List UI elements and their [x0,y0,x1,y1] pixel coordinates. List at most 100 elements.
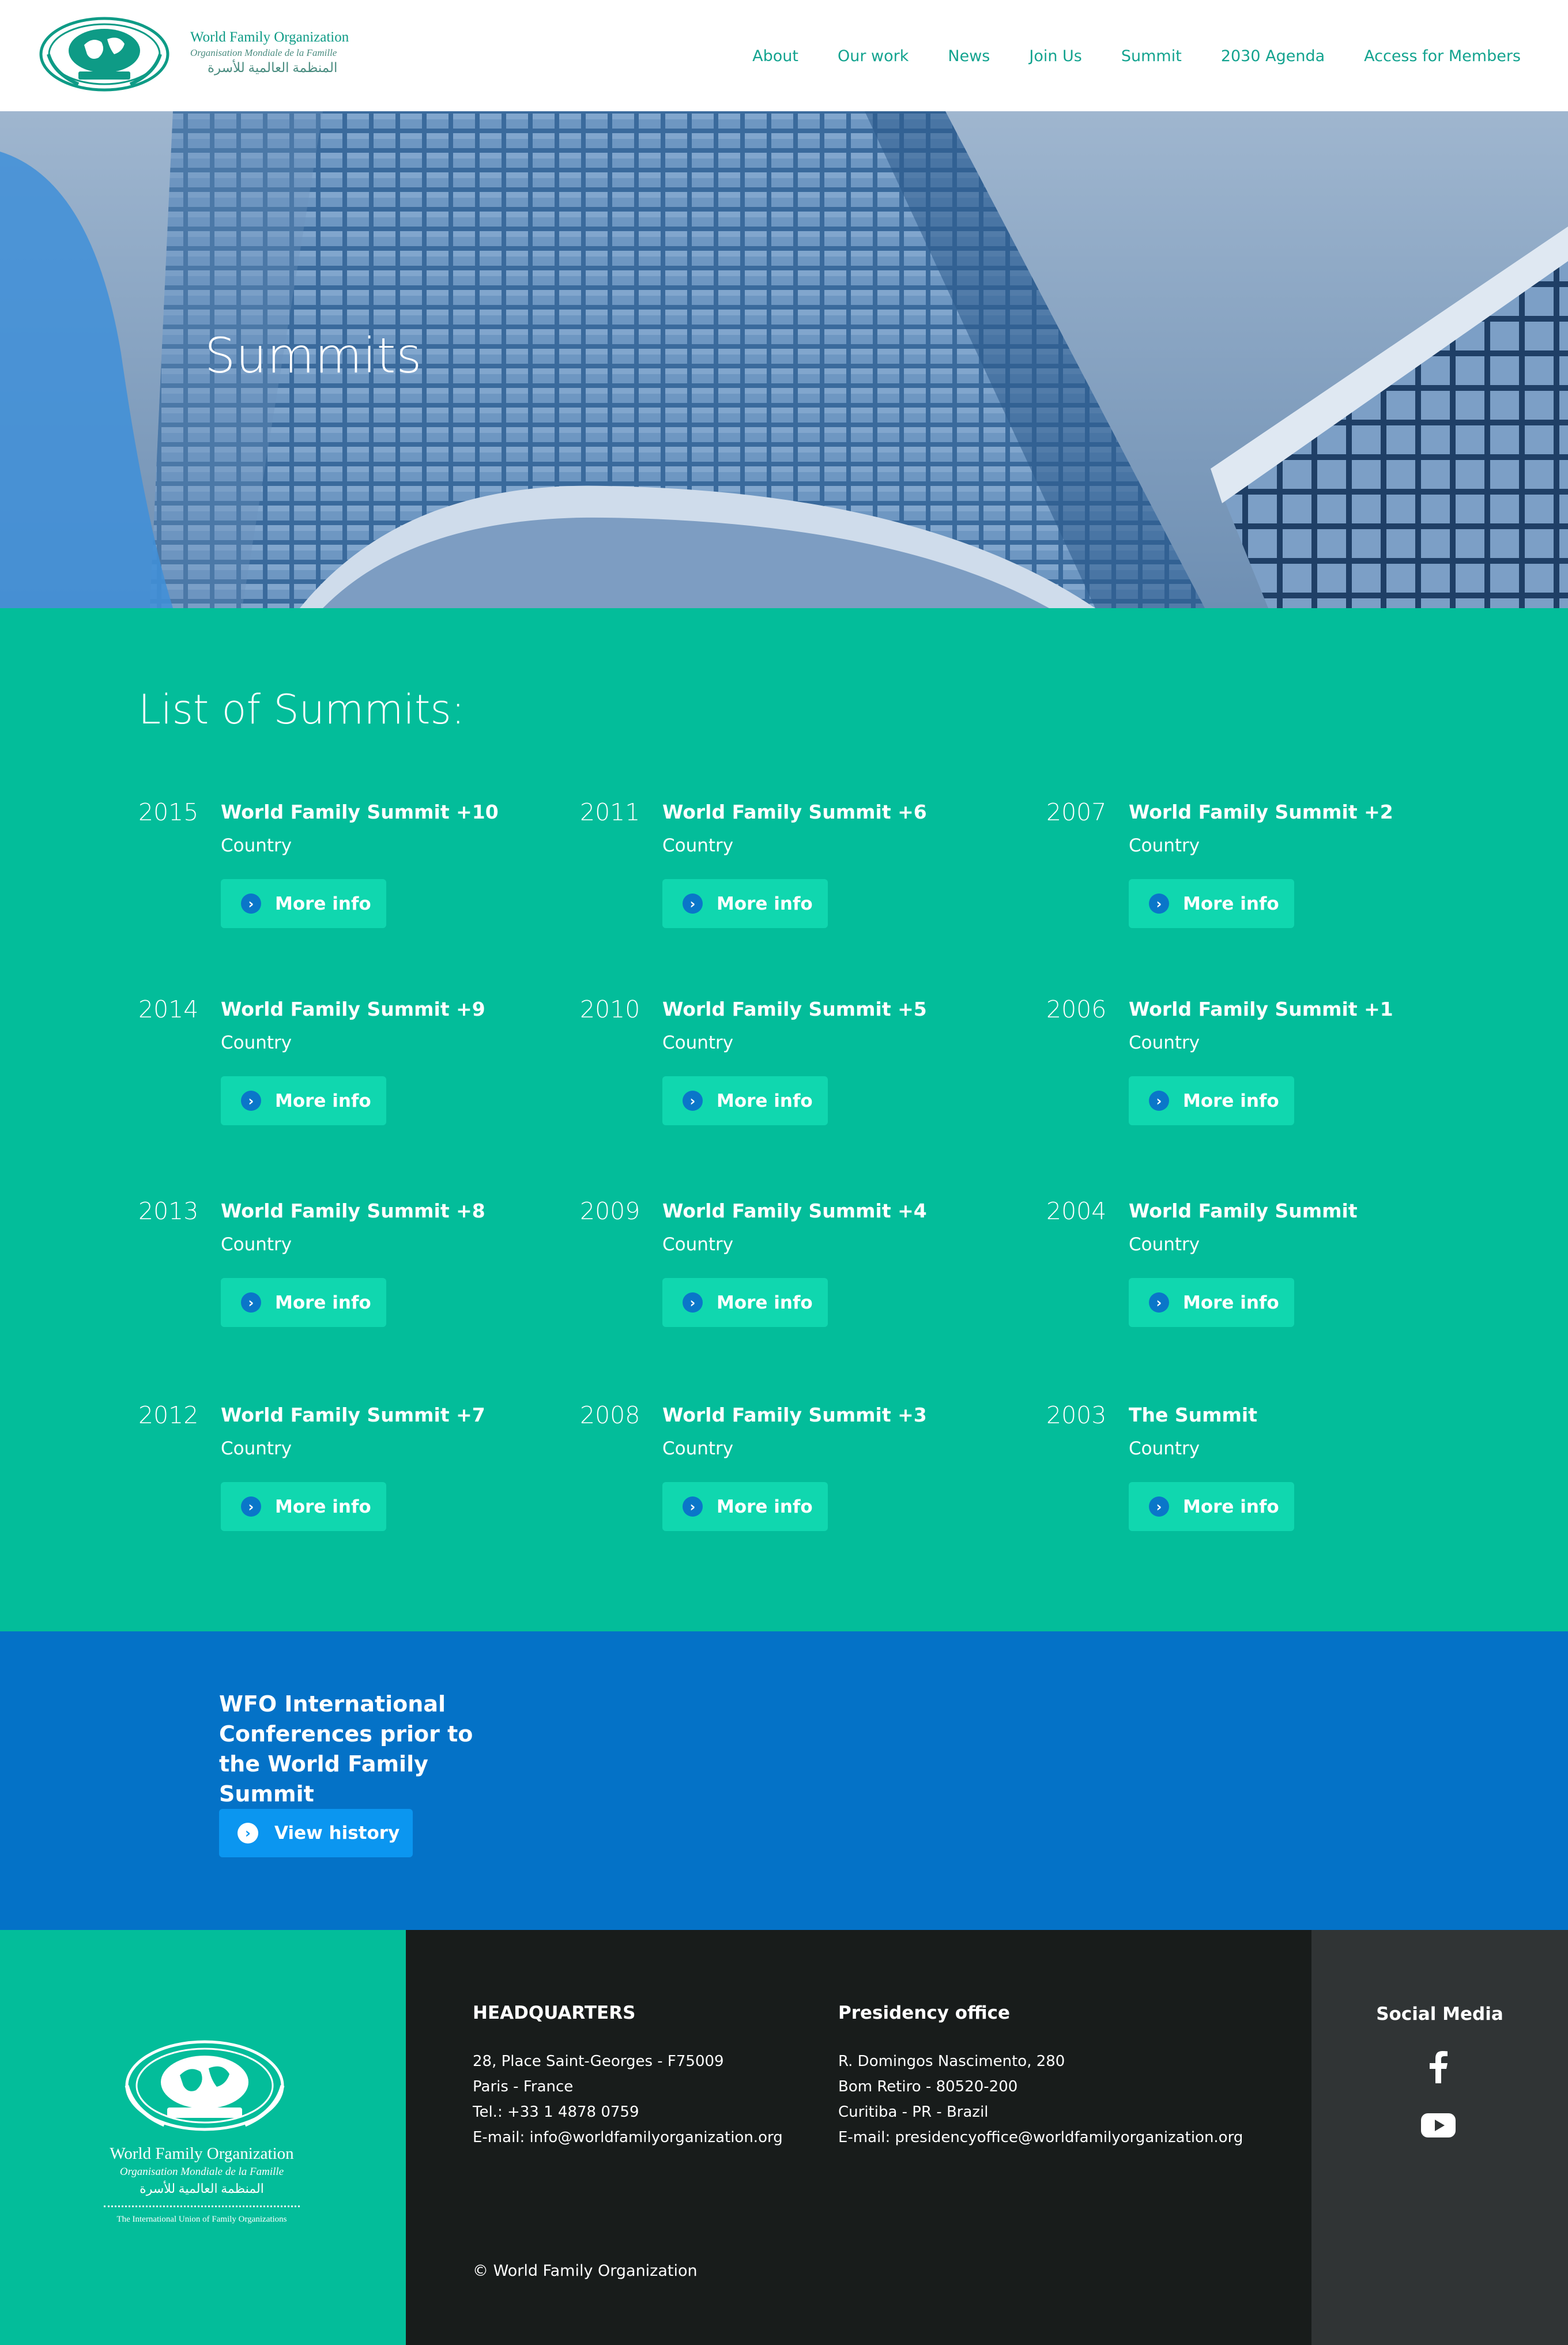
summit-country: Country [662,1032,734,1053]
summit-name: World Family Summit [1129,1200,1358,1222]
summit-year: 2014 [138,996,199,1023]
summit-country: Country [221,1234,292,1255]
nav-news[interactable]: News [948,47,990,65]
summit-card: 2014 World Family Summit +9 Country › Mor… [138,996,553,1145]
presidency-line: Bom Retiro - 80520-200 [838,2078,1018,2095]
summit-year: 2006 [1046,996,1107,1023]
nav-our-work[interactable]: Our work [838,47,909,65]
summit-card: 2003 The Summit Country › More info [1046,1401,1461,1551]
more-info-button[interactable]: › More info [221,1278,386,1327]
footer-logo-text: World Family Organization Organisation M… [0,2143,404,2226]
nav-join-us[interactable]: Join Us [1029,47,1082,65]
summits-section: List of Summits: 2015 World Family Summi… [0,608,1568,1631]
chevron-right-icon: › [1149,1292,1169,1313]
presidency-line: Curitiba - PR - Brazil [838,2103,989,2121]
summit-card: 2008 World Family Summit +3 Country › Mor… [580,1401,995,1551]
summit-country: Country [1129,1234,1200,1255]
footer-logo-line-4: The International Union of Family Organi… [116,2215,287,2224]
summit-year: 2009 [580,1197,640,1225]
more-info-label: More info [1183,893,1279,914]
more-info-label: More info [275,1292,371,1313]
summit-name: World Family Summit +1 [1129,998,1393,1020]
summit-year: 2007 [1046,798,1107,826]
more-info-button[interactable]: › More info [662,1278,828,1327]
chevron-right-icon: › [241,1496,261,1517]
summit-country: Country [221,835,292,856]
facebook-icon[interactable] [1428,2051,1448,2086]
logo-line-2: Organisation Mondiale de la Famille [190,47,337,58]
hq-email-link[interactable]: E-mail: info@worldfamilyorganization.org [473,2125,783,2150]
summit-name: The Summit [1129,1404,1257,1426]
summit-year: 2004 [1046,1197,1107,1225]
wfo-logo[interactable] [38,16,171,92]
presidency-address: R. Domingos Nascimento, 280 Bom Retiro -… [838,2049,1243,2150]
footer-logo-divider [104,2205,300,2207]
nav-about[interactable]: About [752,47,798,65]
hq-line: Paris - France [473,2078,574,2095]
more-info-label: More info [275,1090,371,1111]
footer-logo-line-2: Organisation Mondiale de la Famille [119,2166,284,2178]
summit-country: Country [221,1032,292,1053]
more-info-button[interactable]: › More info [1129,879,1294,928]
footer-logo-line-3: المنظمة العالمية للأسرة [140,2181,264,2196]
summit-year: 2010 [580,996,640,1023]
logo-line-1: World Family Organization [190,29,349,45]
nav-2030-agenda[interactable]: 2030 Agenda [1221,47,1325,65]
hq-line: 28, Place Saint-Georges - F75009 [473,2053,724,2070]
chevron-right-icon: › [1149,1496,1169,1517]
summit-country: Country [662,1234,734,1255]
view-history-button[interactable]: › View history [219,1809,413,1857]
summit-year: 2012 [138,1401,199,1429]
more-info-button[interactable]: › More info [221,1076,386,1125]
summit-year: 2015 [138,798,199,826]
more-info-button[interactable]: › More info [221,879,386,928]
more-info-label: More info [1183,1090,1279,1111]
more-info-button[interactable]: › More info [1129,1076,1294,1125]
youtube-icon[interactable] [1421,2113,1456,2140]
more-info-button[interactable]: › More info [662,1482,828,1531]
site-header: World Family Organization Organisation M… [0,0,1568,111]
summit-year: 2008 [580,1401,640,1429]
chevron-right-icon: › [1149,1091,1169,1111]
hero-banner: Summits [0,111,1568,608]
summit-name: World Family Summit +3 [662,1404,927,1426]
summit-country: Country [1129,1032,1200,1053]
hq-address: 28, Place Saint-Georges - F75009 Paris -… [473,2049,783,2150]
more-info-button[interactable]: › More info [221,1482,386,1531]
more-info-button[interactable]: › More info [662,1076,828,1125]
more-info-label: More info [1183,1292,1279,1313]
site-footer: World Family Organization Organisation M… [0,1930,1568,2345]
more-info-button[interactable]: › More info [662,879,828,928]
summit-card: 2004 World Family Summit Country › More i… [1046,1197,1461,1347]
summit-year: 2013 [138,1197,199,1225]
hq-line: Tel.: +33 1 4878 0759 [473,2103,639,2121]
history-section: WFO International Conferences prior to t… [0,1631,1568,1930]
chevron-right-icon: › [238,1823,258,1843]
nav-summit[interactable]: Summit [1121,47,1182,65]
presidency-line: R. Domingos Nascimento, 280 [838,2053,1065,2070]
summit-country: Country [662,835,734,856]
nav-access-for-members[interactable]: Access for Members [1364,47,1521,65]
chevron-right-icon: › [241,1091,261,1111]
footer-logo-panel: World Family Organization Organisation M… [0,1930,406,2345]
chevron-right-icon: › [683,1091,703,1111]
more-info-label: More info [275,1496,371,1517]
more-info-button[interactable]: › More info [1129,1278,1294,1327]
summit-country: Country [1129,1438,1200,1459]
summits-heading: List of Summits: [138,686,465,733]
more-info-label: More info [717,893,813,914]
view-history-label: View history [274,1823,400,1843]
presidency-email-link[interactable]: E-mail: presidencyoffice@worldfamilyorga… [838,2125,1243,2150]
main-nav: About Our work News Join Us Summit 2030 … [713,47,1521,65]
summit-card: 2009 World Family Summit +4 Country › Mor… [580,1197,995,1347]
summit-name: World Family Summit +5 [662,998,927,1020]
more-info-button[interactable]: › More info [1129,1482,1294,1531]
copyright: © World Family Organization [473,2262,698,2280]
summit-country: Country [221,1438,292,1459]
chevron-right-icon: › [683,1496,703,1517]
summit-name: World Family Summit +8 [221,1200,485,1222]
summit-name: World Family Summit +7 [221,1404,485,1426]
page-title: Summits [205,327,423,384]
summit-name: World Family Summit +9 [221,998,485,1020]
history-title: WFO International Conferences prior to t… [219,1691,473,1807]
